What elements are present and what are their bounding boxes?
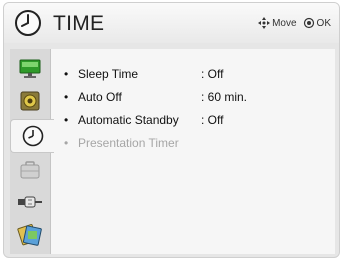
menu-item-value: : Off xyxy=(201,67,224,81)
speaker-icon xyxy=(20,91,40,111)
bullet: • xyxy=(64,90,69,104)
bullet: • xyxy=(64,136,69,150)
menu-item-label: Automatic Standby xyxy=(78,113,179,127)
navigation-hint: Move OK xyxy=(258,17,331,29)
briefcase-icon xyxy=(20,161,40,179)
menu-item-label: Sleep Time xyxy=(78,67,139,81)
bullet: • xyxy=(64,67,69,81)
menu-item-label: Auto Off xyxy=(78,90,122,104)
menu-item-value: : 60 min. xyxy=(201,90,248,104)
monitor-icon xyxy=(19,59,41,78)
clock-icon xyxy=(15,10,41,36)
sidebar-item-picture[interactable] xyxy=(13,55,47,83)
menu-item-label: Presentation Timer xyxy=(78,136,179,150)
move-arrows-icon xyxy=(258,17,271,29)
sidebar-item-lock[interactable] xyxy=(13,156,47,184)
menu-item-presentation-timer: • Presentation Timer xyxy=(64,136,238,150)
bullet: • xyxy=(64,113,69,127)
sidebar-item-time[interactable] xyxy=(10,119,54,153)
menu-panel: • Sleep Time : Off • Auto Off : 60 min. … xyxy=(51,49,335,254)
sidebar-item-option[interactable] xyxy=(13,221,47,249)
header-bar: TIME Move OK xyxy=(4,3,339,43)
sidebar-item-audio[interactable] xyxy=(13,87,47,115)
plug-icon xyxy=(18,196,42,208)
move-hint-label: Move xyxy=(272,17,297,29)
page-title: TIME xyxy=(53,12,105,35)
menu-item-sleep-time[interactable]: • Sleep Time : Off xyxy=(64,67,223,81)
ok-button-icon xyxy=(303,17,314,29)
clock-icon xyxy=(22,125,43,147)
category-sidebar xyxy=(10,49,54,254)
menu-item-auto-off[interactable]: • Auto Off : 60 min. xyxy=(64,90,247,104)
menu-item-automatic-standby[interactable]: • Automatic Standby : Off xyxy=(64,113,223,127)
ok-hint-label: OK xyxy=(316,17,331,29)
time-settings-window: TIME Move OK • Sleep Time: Off • Auto O… xyxy=(3,2,340,258)
cards-icon xyxy=(17,224,42,246)
menu-item-value: : Off xyxy=(201,113,224,127)
sidebar-item-input[interactable] xyxy=(13,188,47,216)
